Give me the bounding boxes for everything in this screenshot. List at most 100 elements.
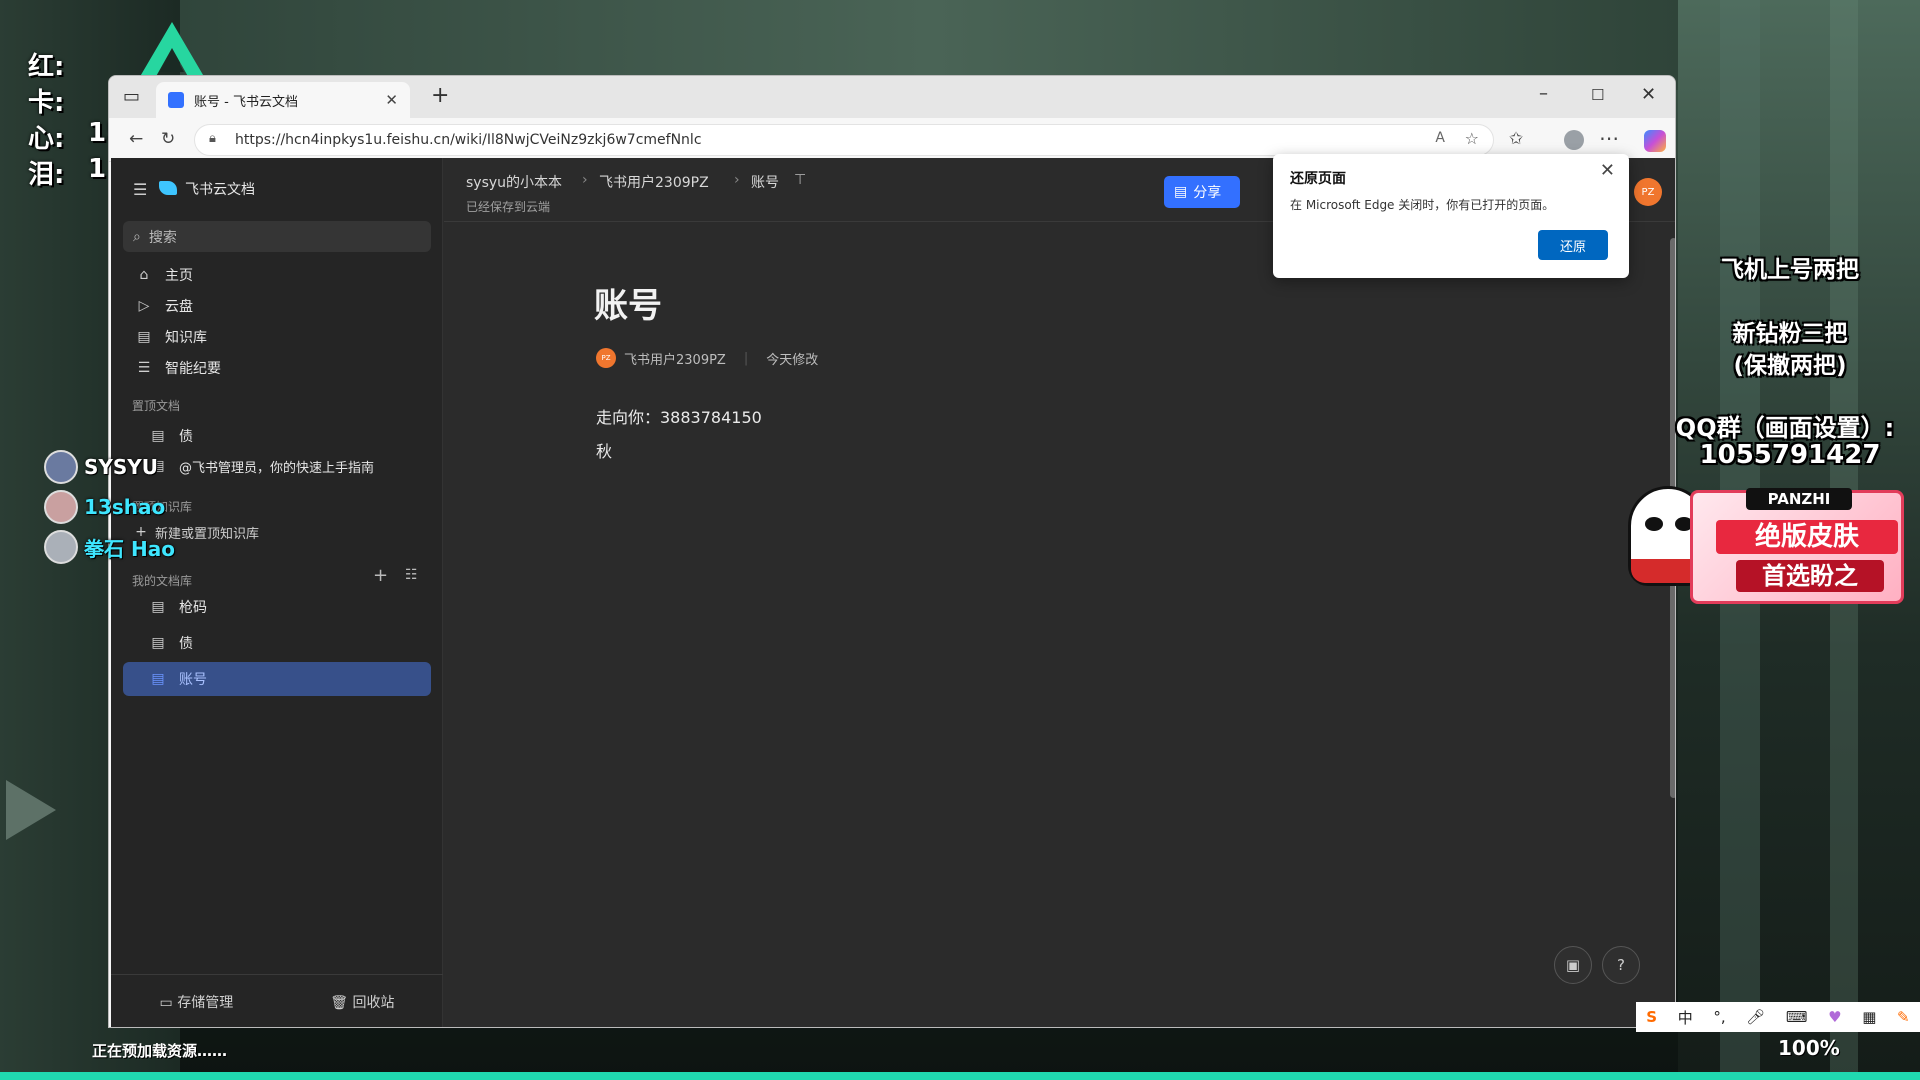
overlay-text: 飞机上号两把 (1721, 257, 1859, 283)
doc-label: @飞书管理员，你的快速上手指南 (179, 460, 375, 476)
tab-title: 账号 - 飞书云文档 (194, 94, 298, 110)
doc-paragraph[interactable]: 秋 (596, 438, 612, 462)
popup-title: 还原页面 (1290, 171, 1346, 187)
trash-label: 回收站 (352, 995, 395, 1011)
browser-tab[interactable]: 账号 - 飞书云文档 ✕ (156, 82, 410, 118)
storage-button[interactable]: ▭ 存储管理 (160, 992, 234, 1012)
home-icon: ⌂ (139, 267, 149, 283)
promo-line1: 绝版皮肤 (1716, 520, 1898, 554)
doc-title[interactable]: 账号 (594, 278, 662, 327)
breadcrumb-current: 账号 (751, 175, 779, 191)
nav-label: 云盘 (165, 299, 193, 315)
copilot-icon[interactable] (1644, 130, 1666, 152)
maximize-icon[interactable]: ☐ (1591, 85, 1604, 105)
library-doc-item[interactable]: ▤ 枪码 (123, 590, 431, 624)
favorite-star-icon[interactable]: ☆ (1465, 129, 1479, 148)
pinned-docs-header: 置顶文档 (132, 399, 181, 413)
author-avatar: PZ (596, 348, 616, 368)
library-doc-item[interactable]: ▤ 债 (123, 626, 431, 660)
share-doc-icon: ▤ (1174, 184, 1188, 200)
ime-lang[interactable]: 中 (1678, 1007, 1693, 1028)
list-options-icon[interactable]: ☷ (405, 567, 418, 583)
keyboard-icon[interactable]: ⌨ (1786, 1008, 1808, 1026)
chat-user: 拳石 Hao (44, 530, 175, 564)
nav-cloud-drive[interactable]: ▷ 云盘 (123, 289, 431, 323)
sogou-icon[interactable]: S (1646, 1008, 1657, 1026)
tab-bar: ▭ 账号 - 飞书云文档 ✕ + – ☐ ✕ (109, 76, 1675, 118)
sogou-menu-icon[interactable]: ✎ (1897, 1008, 1910, 1026)
doc-label: 枪码 (179, 600, 207, 616)
chat-username: 13shao (84, 495, 166, 519)
author-name[interactable]: 飞书用户2309PZ (624, 349, 726, 368)
loading-percent: 100% (1778, 1036, 1840, 1060)
progress-line (0, 1072, 1920, 1080)
promo-banner: PANZHI 绝版皮肤 首选盼之 (1628, 478, 1908, 613)
pin-icon[interactable]: ⊤ (794, 172, 806, 188)
close-tab-icon[interactable]: ✕ (385, 91, 398, 109)
skin-icon[interactable]: ♥ (1828, 1008, 1841, 1026)
feishu-logo-icon (159, 181, 177, 195)
url-field[interactable]: 🔒︎ https://hcn4inpkys1u.feishu.cn/wiki/I… (194, 124, 1494, 156)
breadcrumb-separator-icon: › (734, 172, 740, 188)
punctuation-icon[interactable]: °, (1713, 1008, 1725, 1026)
profile-avatar-icon[interactable] (1564, 130, 1584, 150)
read-aloud-icon[interactable]: A (1435, 130, 1445, 146)
avatar (44, 490, 78, 524)
collapse-sidebar-icon[interactable]: ☰ (133, 180, 147, 199)
overlay-text: (保撤两把) (1733, 353, 1847, 379)
main-content: sysyu的小本本 › 飞书用户2309PZ › 账号 ⊤ 已经保存到云端 ▤ 分… (444, 158, 1675, 1027)
nav-home[interactable]: ⌂ 主页 (123, 258, 431, 292)
my-library-header: 我的文档库 (132, 574, 193, 588)
nav-notes[interactable]: ☰ 智能纪要 (123, 351, 431, 385)
brand-name: 飞书云文档 (185, 182, 255, 198)
sidebar: ☰ 飞书云文档 ⌕ 搜索 ⌂ 主页 ▷ 云盘 ▤ 知识库 ☰ 智能纪要 置顶文档 ▤ 债 … (111, 158, 443, 1027)
tab-actions-icon[interactable]: ▭ (123, 87, 140, 107)
sidebar-footer: ▭ 存储管理 🗑︎ 回收站 (111, 974, 443, 1027)
trash-button[interactable]: 🗑︎ 回收站 (330, 992, 394, 1012)
breadcrumb-item[interactable]: 飞书用户2309PZ (599, 172, 709, 192)
back-icon[interactable]: ← (129, 129, 143, 149)
hud-tear-label: 泪: (28, 160, 65, 190)
share-button[interactable]: ▤ 分享 (1164, 176, 1240, 208)
user-avatar[interactable]: PZ (1634, 178, 1662, 206)
nav-wiki[interactable]: ▤ 知识库 (123, 320, 431, 354)
chat-user: SYSYU (44, 450, 158, 484)
breadcrumb-item[interactable]: sysyu的小本本 (466, 172, 562, 192)
document-icon: ▤ (151, 599, 165, 615)
comment-panel-icon[interactable]: ▣ (1554, 946, 1592, 984)
doc-paragraph[interactable]: 走向你：3883784150 (596, 404, 762, 428)
url-text: https://hcn4inpkys1u.feishu.cn/wiki/Il8N… (235, 132, 702, 148)
chat-user: 13shao (44, 490, 165, 524)
microphone-icon[interactable]: 🎤︎ (1746, 1008, 1765, 1026)
stream-logo-icon (138, 22, 206, 80)
pinned-doc-item[interactable]: ▤ 债 (123, 419, 431, 453)
doc-label: 债 (179, 636, 193, 652)
library-doc-item-active[interactable]: ▤ 账号 (123, 662, 431, 696)
share-label: 分享 (1193, 185, 1222, 201)
new-tab-icon[interactable]: + (431, 85, 449, 107)
more-icon[interactable]: ⋯ (1599, 126, 1619, 150)
ime-toolbar: S 中 °, 🎤︎ ⌨ ♥ ▦ ✎ (1636, 1002, 1920, 1032)
pinned-doc-item[interactable]: ▤ @飞书管理员，你的快速上手指南 (123, 449, 431, 483)
help-icon[interactable]: ? (1602, 946, 1640, 984)
window-close-icon[interactable]: ✕ (1641, 85, 1656, 105)
refresh-icon[interactable]: ↻ (161, 129, 175, 149)
doc-label: 债 (179, 429, 193, 445)
hud-heart-label: 心: (28, 124, 65, 154)
add-doc-icon[interactable]: + (373, 565, 388, 586)
storage-label: 存储管理 (177, 995, 234, 1011)
search-input[interactable]: ⌕ 搜索 (123, 221, 431, 252)
wiki-icon: ▤ (137, 329, 151, 345)
hud-card-label: 卡: (28, 88, 65, 118)
promo-line2: 首选盼之 (1736, 560, 1884, 592)
overlay-text: 新钻粉三把 (1732, 321, 1848, 347)
nav-label: 主页 (165, 268, 193, 284)
search-placeholder: 搜索 (148, 229, 177, 246)
restore-button[interactable]: 还原 (1538, 230, 1608, 260)
cloud-drive-icon: ▷ (138, 298, 150, 314)
document-icon: ▤ (151, 671, 165, 687)
minimize-icon[interactable]: – (1539, 84, 1548, 104)
favorites-icon[interactable]: ✩ (1509, 129, 1523, 149)
popup-close-icon[interactable]: ✕ (1600, 160, 1615, 181)
toolbox-icon[interactable]: ▦ (1862, 1008, 1876, 1026)
